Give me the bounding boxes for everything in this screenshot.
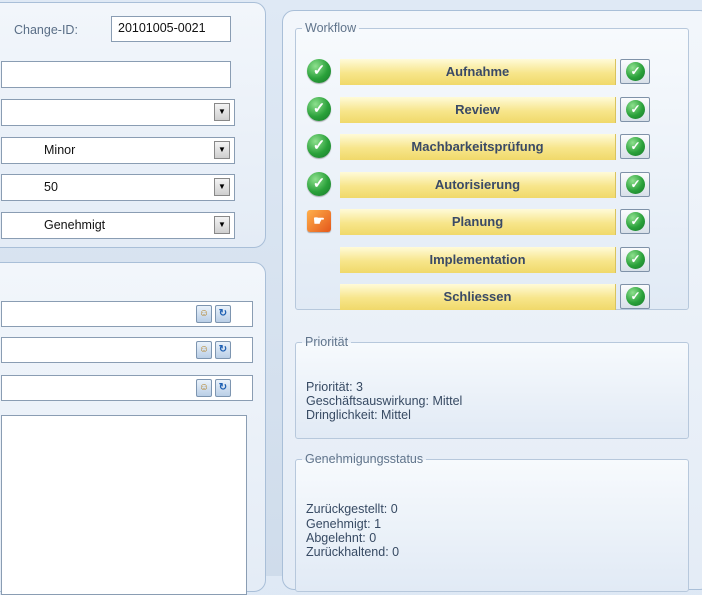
step-check-button[interactable]: ✓ [620,246,650,272]
step-check-button[interactable]: ✓ [620,209,650,234]
check-circle-icon: ✓ [626,212,645,231]
workflow-title: Workflow [305,21,357,35]
lookup-field-1[interactable]: ☺ ↻ [1,301,253,327]
check-circle-icon: ✓ [626,287,645,306]
workflow-group: Workflow ✓ Aufnahme ✓ ✓ Review ✓ ✓ Machbarkeits… [295,21,689,310]
urgency-value: 50 [44,180,58,194]
description-textarea[interactable] [1,415,247,595]
step-check-button[interactable]: ✓ [620,134,650,159]
chevron-down-icon[interactable]: ▼ [214,216,230,234]
title-field[interactable] [1,61,231,88]
lookup-icon[interactable]: ☺ [196,341,212,359]
step-check-button[interactable]: ✓ [620,284,650,309]
check-circle-icon: ✓ [307,96,331,121]
check-circle-icon: ✓ [626,137,645,156]
approval-title: Genehmigungsstatus [305,452,424,466]
check-circle-icon: ✓ [626,249,645,269]
workflow-step-label[interactable]: Review [340,96,616,123]
check-circle-icon: ✓ [307,134,331,158]
deferred-line: Zurückgestellt: 0 [306,502,398,516]
business-impact-line: Geschäftsauswirkung: Mittel [306,394,463,408]
withheld-line: Zurückhaltend: 0 [306,545,400,559]
assignment-panel: ☺ ↻ ☺ ↻ ☺ ↻ [0,262,266,595]
refresh-icon[interactable]: ↻ [215,305,231,323]
status-value: Genehmigt [44,218,106,232]
hand-pointer-icon: ☛ [307,210,331,232]
check-circle-icon: ✓ [626,62,645,81]
refresh-icon[interactable]: ↻ [215,379,231,397]
approval-status-group: Genehmigungsstatus Zurückgestellt: 0 Gen… [295,452,689,592]
check-circle-icon: ✓ [626,174,645,194]
workflow-step: Schliessen ✓ [296,282,688,310]
workflow-step: ✓ Machbarkeitsprüfung ✓ [296,132,688,160]
lookup-icon[interactable]: ☺ [196,305,212,323]
status-select[interactable]: Genehmigt ▼ [1,212,235,239]
chevron-down-icon[interactable]: ▼ [214,103,230,121]
workflow-step: ✓ Aufnahme ✓ [296,57,688,85]
priority-line: Priorität: 3 [306,380,363,394]
workflow-step-label[interactable]: Schliessen [340,284,616,310]
workflow-step: ✓ Review ✓ [296,95,688,123]
chevron-down-icon[interactable]: ▼ [214,141,230,159]
step-check-button[interactable]: ✓ [620,96,650,122]
lookup-field-2[interactable]: ☺ ↻ [1,337,253,363]
lookup-icon[interactable]: ☺ [196,379,212,397]
priority-title: Priorität [305,335,349,349]
workflow-step-label[interactable]: Planung [340,209,616,235]
refresh-icon[interactable]: ↻ [215,341,231,359]
approved-line: Genehmigt: 1 [306,517,382,531]
urgency-select[interactable]: 50 ▼ [1,174,235,201]
workflow-step-label[interactable]: Machbarkeitsprüfung [340,134,616,160]
check-circle-icon: ✓ [626,99,645,119]
workflow-step: Implementation ✓ [296,245,688,273]
impact-value: Minor [44,143,76,157]
change-id-label: Change-ID: [14,23,78,37]
change-details-panel: Change-ID: 20101005-0021 ▼ Minor ▼ 50 ▼ … [0,2,266,248]
rejected-line: Abgelehnt: 0 [306,531,377,545]
lookup-field-3[interactable]: ☺ ↻ [1,375,253,401]
workflow-step-label[interactable]: Autorisierung [340,171,616,198]
step-check-button[interactable]: ✓ [620,171,650,197]
category-select[interactable]: ▼ [1,99,235,126]
check-circle-icon: ✓ [307,171,331,196]
impact-select[interactable]: Minor ▼ [1,137,235,164]
workflow-step-label[interactable]: Implementation [340,246,616,273]
urgency-line: Dringlichkeit: Mittel [306,408,411,422]
check-circle-icon: ✓ [307,59,331,83]
priority-group: Priorität Priorität: 3 Geschäftsauswirku… [295,335,689,439]
workflow-step-label[interactable]: Aufnahme [340,59,616,85]
workflow-step: ✓ Autorisierung ✓ [296,170,688,198]
change-id-field[interactable]: 20101005-0021 [111,16,231,42]
step-check-button[interactable]: ✓ [620,59,650,84]
chevron-down-icon[interactable]: ▼ [214,178,230,196]
workflow-step: ☛ Planung ✓ [296,207,688,235]
